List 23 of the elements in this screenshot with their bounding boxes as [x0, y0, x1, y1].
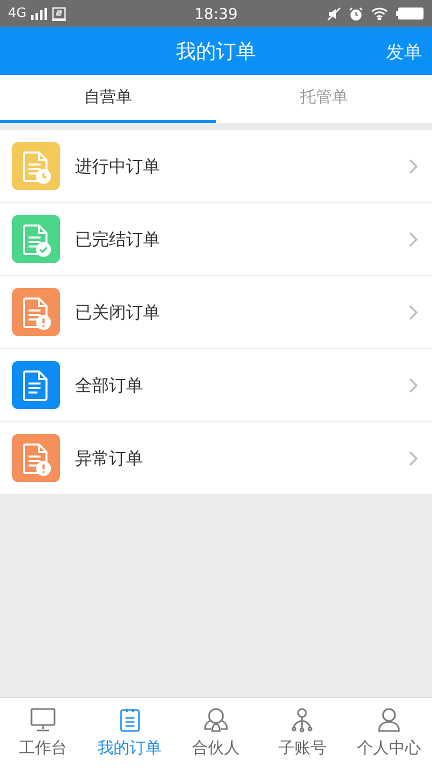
people-icon — [203, 707, 230, 733]
order-category[interactable]: 全部订单 — [75, 374, 394, 396]
signal-icon — [31, 8, 48, 20]
sim-card-icon — [52, 6, 66, 20]
page-title: 我的订单 — [176, 38, 256, 64]
chevron-right-icon — [409, 304, 418, 320]
chevron-right-icon — [409, 232, 418, 246]
alarm-icon — [349, 6, 364, 20]
person-icon — [376, 707, 402, 733]
wifi-icon — [371, 7, 388, 20]
order-category[interactable]: 已完结订单 — [75, 228, 394, 250]
post-order-button[interactable]: 发单 — [386, 40, 422, 64]
clock-time: 18:39 — [194, 4, 238, 22]
chevron-right-icon — [409, 158, 418, 174]
order-category[interactable]: 进行中订单 — [75, 154, 394, 178]
chevron-right-icon — [409, 378, 418, 392]
mute-icon — [327, 6, 342, 20]
order-category[interactable]: 异常订单 — [75, 446, 394, 470]
order-category[interactable]: 已关闭订单 — [75, 300, 394, 324]
chevron-right-icon — [409, 450, 418, 466]
battery-icon — [396, 7, 424, 20]
monitor-icon — [30, 707, 56, 733]
network-type: 4G — [8, 6, 26, 21]
